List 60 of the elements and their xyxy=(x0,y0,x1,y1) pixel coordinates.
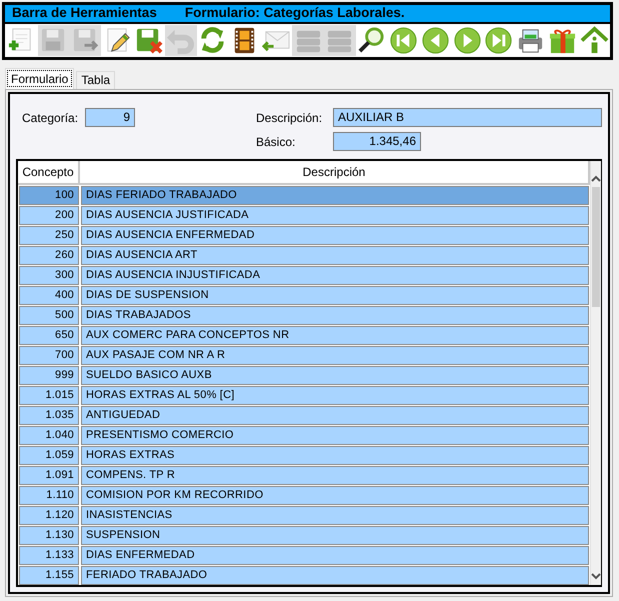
table-cell[interactable]: COMISION POR KM RECORRIDO xyxy=(81,486,589,505)
table-cell[interactable]: 1.133 xyxy=(19,546,79,565)
table-cell[interactable]: COMPENS. TP R xyxy=(81,466,589,485)
table-cell[interactable]: 260 xyxy=(19,246,79,265)
category-field[interactable]: 9 xyxy=(85,108,135,127)
table-cell[interactable]: DIAS DE SUSPENSION xyxy=(81,286,589,305)
table-cell[interactable]: 1.120 xyxy=(19,506,79,525)
table-cell[interactable]: ANTIGUEDAD xyxy=(81,406,589,425)
table-cell[interactable]: 250 xyxy=(19,226,79,245)
table-cell[interactable]: 1.110 xyxy=(19,486,79,505)
scrollbar-thumb[interactable] xyxy=(592,187,600,307)
next-record-icon xyxy=(452,26,482,55)
table-cell[interactable]: FERIADO TRABAJADO xyxy=(81,566,589,585)
table-cell[interactable]: DIAS AUSENCIA ART xyxy=(81,246,589,265)
table-cell[interactable]: DIAS AUSENCIA JUSTIFICADA xyxy=(81,206,589,225)
table-cell[interactable]: DIAS AUSENCIA ENFERMEDAD xyxy=(81,226,589,245)
table-cell[interactable]: 1.035 xyxy=(19,406,79,425)
table-cell[interactable]: 1.091 xyxy=(19,466,79,485)
search-icon xyxy=(357,26,386,55)
table-cell[interactable]: 300 xyxy=(19,266,79,285)
table-cell[interactable]: 1.015 xyxy=(19,386,79,405)
table-cell[interactable]: 1.040 xyxy=(19,426,79,445)
table-cell[interactable]: SUSPENSION xyxy=(81,526,589,545)
tab[interactable]: Tabla xyxy=(76,71,116,89)
table-cell[interactable]: INASISTENCIAS xyxy=(81,506,589,525)
table-cell[interactable]: AUX COMERC PARA CONCEPTOS NR xyxy=(81,326,589,345)
table-cell[interactable]: 999 xyxy=(19,366,79,385)
table-cell[interactable]: 1.130 xyxy=(19,526,79,545)
table-cell[interactable]: DIAS FERIADO TRABAJADO xyxy=(81,186,589,205)
basic-salary-field[interactable]: 1.345,46 xyxy=(333,132,421,151)
table-cell[interactable]: 1.155 xyxy=(19,566,79,585)
home-button[interactable] xyxy=(578,25,610,56)
table-cell[interactable]: 500 xyxy=(19,306,79,325)
home-icon xyxy=(580,26,609,55)
table-cell[interactable]: HORAS EXTRAS AL 50% [C] xyxy=(81,386,589,405)
form-title: Formulario: Categorías Laborales. xyxy=(184,4,405,22)
table-cell[interactable]: DIAS ENFERMEDAD xyxy=(81,546,589,565)
table-cell[interactable]: PRESENTISMO COMERCIO xyxy=(81,426,589,445)
tab[interactable]: Formulario xyxy=(5,68,74,89)
table-cell[interactable]: 650 xyxy=(19,326,79,345)
table-cell[interactable]: AUX PASAJE COM NR A R xyxy=(81,346,589,365)
floppy-disk-cross-icon xyxy=(134,26,164,55)
first-record-icon xyxy=(388,26,418,55)
table-cell[interactable]: DIAS TRABAJADOS xyxy=(81,306,589,325)
description-field[interactable]: AUXILIAR B xyxy=(333,108,602,127)
table-cell[interactable]: HORAS EXTRAS xyxy=(81,446,589,465)
table-cell[interactable]: DIAS AUSENCIA INJUSTIFICADA xyxy=(81,266,589,285)
column-header[interactable]: Concepto xyxy=(18,161,80,183)
field-label: Descripción: xyxy=(256,110,324,126)
field-label: Categoría: xyxy=(22,110,80,126)
previous-record-icon xyxy=(420,26,450,55)
last-record-icon xyxy=(484,26,514,55)
table-cell[interactable]: 100 xyxy=(19,186,79,205)
table-cell[interactable]: 400 xyxy=(19,286,79,305)
table-cell[interactable]: 1.059 xyxy=(19,446,79,465)
table-cell[interactable]: 200 xyxy=(19,206,79,225)
window-title: Barra de Herramientas xyxy=(12,4,157,22)
field-label: Básico: xyxy=(256,134,296,150)
table-cell[interactable]: 700 xyxy=(19,346,79,365)
table-cell[interactable]: SUELDO BASICO AUXB xyxy=(81,366,589,385)
